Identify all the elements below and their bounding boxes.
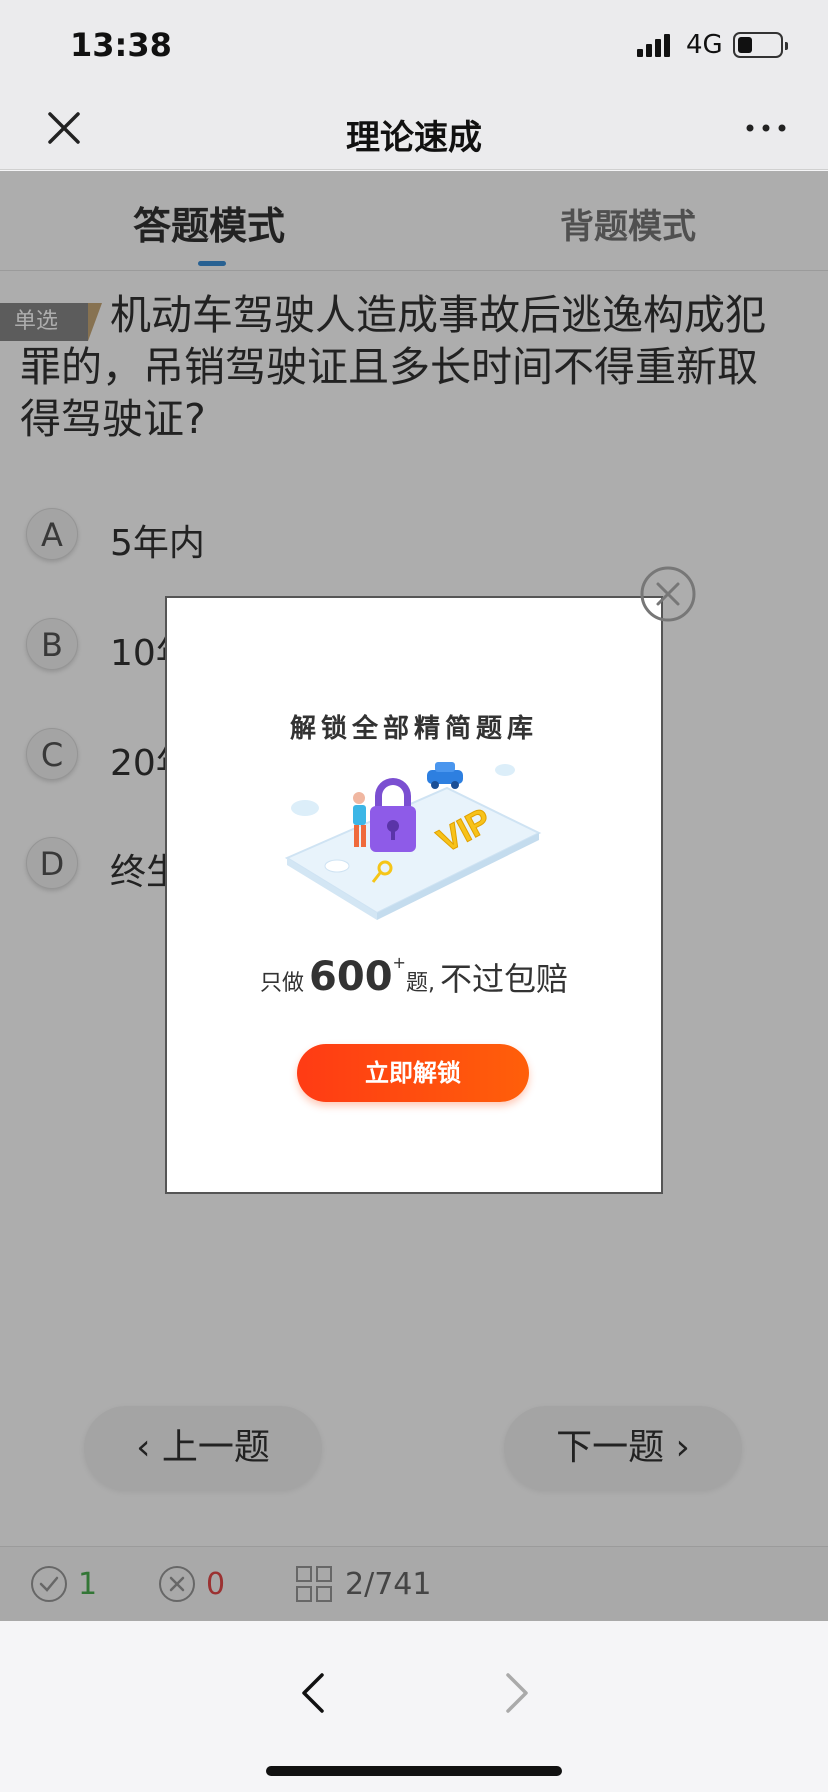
back-arrow-icon[interactable] xyxy=(298,1671,328,1715)
home-indicator xyxy=(266,1766,562,1776)
forward-arrow-icon[interactable] xyxy=(502,1671,532,1715)
status-bar: 13:38 4G xyxy=(0,0,828,88)
status-time: 13:38 xyxy=(70,26,172,64)
signal-icon xyxy=(637,33,677,57)
battery-icon xyxy=(733,32,788,58)
unlock-modal: 解锁全部精简题库 VIP 只做 600+题, 不过包赔 立即解锁 xyxy=(165,596,663,1194)
browser-toolbar xyxy=(0,1621,828,1792)
page-title: 理论速成 xyxy=(346,118,482,158)
modal-subtitle: 只做 600+题, 不过包赔 xyxy=(259,953,569,1000)
more-icon[interactable] xyxy=(744,118,788,138)
nav-bar: 理论速成 xyxy=(0,88,828,170)
network-type: 4G xyxy=(686,30,723,60)
vip-lock-illustration: VIP xyxy=(284,762,542,920)
unlock-now-button[interactable]: 立即解锁 xyxy=(297,1044,529,1102)
modal-title: 解锁全部精简题库 xyxy=(289,714,538,744)
modal-close-icon[interactable] xyxy=(639,565,697,623)
